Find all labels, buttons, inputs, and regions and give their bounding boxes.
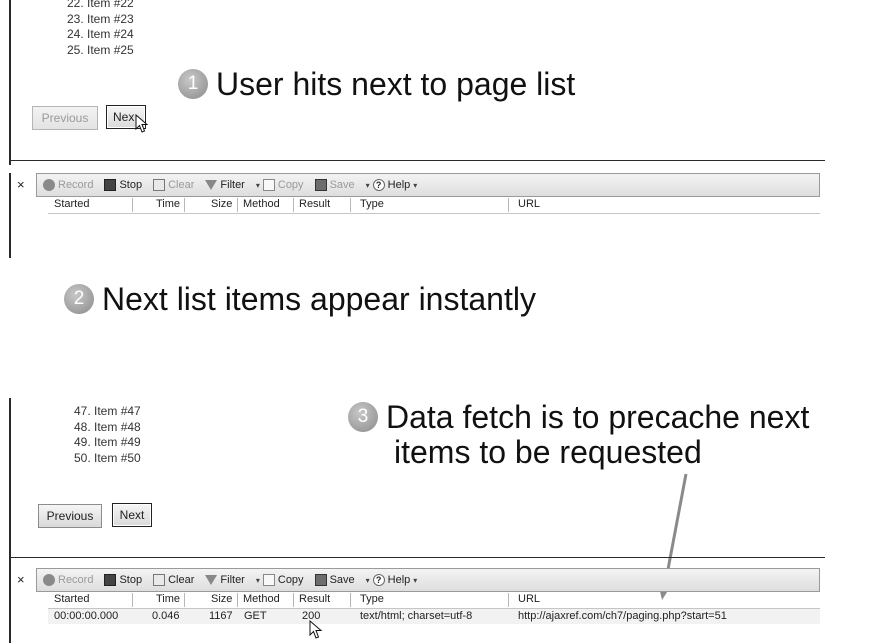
- column-result[interactable]: Result: [299, 198, 330, 210]
- panel-divider: [9, 557, 825, 558]
- column-time[interactable]: Time: [156, 593, 180, 605]
- list-item: 24. Item #24: [67, 27, 134, 41]
- network-toolbar: Record Stop Clear Filter ▾ Copy Save ▾? He…: [36, 173, 820, 197]
- list-item: 22. Item #22: [67, 0, 134, 10]
- page-left-border: [9, 0, 11, 165]
- record-button[interactable]: Record: [43, 179, 93, 191]
- copy-icon: [262, 179, 275, 191]
- copy-icon: [262, 574, 275, 586]
- stop-button[interactable]: Stop: [104, 179, 142, 191]
- save-button[interactable]: Save: [314, 179, 355, 191]
- help-icon: ?: [372, 574, 385, 586]
- column-started[interactable]: Started: [54, 198, 89, 210]
- network-toolbar: Record Stop Clear Filter ▾ Copy Save ▾? He…: [36, 568, 820, 592]
- list-item: 48. Item #48: [74, 419, 141, 434]
- copy-button[interactable]: ▾ Copy: [256, 574, 304, 586]
- close-icon[interactable]: ×: [17, 177, 25, 192]
- column-url[interactable]: URL: [518, 198, 540, 210]
- list-item: 25. Item #25: [67, 42, 134, 57]
- cell-time: 0.046: [152, 610, 180, 622]
- mouse-pointer-icon: [309, 620, 323, 639]
- panel-left-border: [9, 173, 11, 258]
- record-icon: [43, 574, 55, 586]
- column-header: Started Time Size Method Result Type URL: [48, 197, 820, 214]
- table-row[interactable]: 00:00:00.000 0.046 1167 GET 200 text/htm…: [48, 609, 820, 624]
- filter-icon: [205, 575, 218, 585]
- column-type[interactable]: Type: [360, 593, 384, 605]
- help-button[interactable]: ▾? Help ▾: [365, 574, 418, 586]
- column-size[interactable]: Size: [211, 593, 232, 605]
- column-result[interactable]: Result: [299, 593, 330, 605]
- network-panel-bottom: × Record Stop Clear Filter ▾ Copy Save ▾?…: [10, 568, 820, 643]
- panel-left-border: [9, 568, 11, 643]
- callout-text: User hits next to page list: [216, 66, 576, 102]
- stop-icon: [104, 574, 117, 586]
- callout-text: Data fetch is to precache next: [386, 399, 810, 435]
- chevron-down-icon: ▾: [365, 180, 370, 190]
- callout-text: Next list items appear instantly: [102, 281, 536, 317]
- column-size[interactable]: Size: [211, 198, 232, 210]
- cell-started: 00:00:00.000: [54, 610, 119, 622]
- save-icon: [314, 179, 327, 191]
- stop-icon: [104, 179, 117, 191]
- filter-icon: [205, 180, 218, 190]
- list-item: 49. Item #49: [74, 435, 141, 449]
- callout-3: 3 Data fetch is to precache next items to…: [348, 400, 809, 469]
- step-badge: 2: [64, 283, 94, 314]
- next-button[interactable]: Next: [112, 503, 152, 527]
- previous-button[interactable]: Previous: [32, 106, 98, 130]
- clear-button[interactable]: Clear: [153, 574, 194, 586]
- cell-method: GET: [244, 610, 267, 622]
- close-icon[interactable]: ×: [17, 572, 25, 587]
- clear-icon: [153, 574, 166, 586]
- column-type[interactable]: Type: [360, 198, 384, 210]
- chevron-down-icon: ▾: [255, 180, 260, 190]
- record-icon: [43, 179, 55, 191]
- step-badge: 3: [348, 401, 378, 432]
- save-button[interactable]: Save: [314, 574, 355, 586]
- chevron-down-icon: ▾: [413, 575, 418, 585]
- previous-button[interactable]: Previous: [38, 504, 102, 528]
- chevron-down-icon: ▾: [413, 180, 418, 190]
- stop-button[interactable]: Stop: [104, 574, 142, 586]
- callout-line-2: items to be requested: [394, 433, 702, 470]
- filter-button[interactable]: Filter: [205, 574, 245, 586]
- chevron-down-icon: ▾: [255, 575, 260, 585]
- help-icon: ?: [372, 179, 385, 191]
- save-icon: [314, 574, 327, 586]
- list-item: 47. Item #47: [74, 404, 141, 418]
- column-method[interactable]: Method: [243, 593, 280, 605]
- help-button[interactable]: ▾? Help ▾: [365, 179, 418, 191]
- clear-button[interactable]: Clear: [153, 179, 194, 191]
- item-list-top: 22. Item #22 23. Item #23 24. Item #24 2…: [67, 0, 134, 58]
- column-started[interactable]: Started: [54, 593, 89, 605]
- callout-2: 2 Next list items appear instantly: [64, 281, 536, 317]
- filter-button[interactable]: Filter: [205, 179, 245, 191]
- step-badge: 1: [178, 68, 208, 99]
- panel-divider: [9, 160, 825, 161]
- copy-button[interactable]: ▾ Copy: [256, 179, 304, 191]
- column-header: Started Time Size Method Result Type URL: [48, 592, 820, 609]
- column-time[interactable]: Time: [156, 198, 180, 210]
- chevron-down-icon: ▾: [365, 575, 370, 585]
- list-item: 50. Item #50: [74, 450, 141, 465]
- network-panel-top: × Record Stop Clear Filter ▾ Copy Save ▾?…: [10, 173, 820, 258]
- cell-size: 1167: [209, 610, 233, 622]
- column-url[interactable]: URL: [518, 593, 540, 605]
- cell-url: http://ajaxref.com/ch7/paging.php?start=…: [518, 610, 727, 622]
- item-list-bottom: 47. Item #47 48. Item #48 49. Item #49 5…: [74, 404, 141, 466]
- mouse-pointer-icon: [135, 114, 149, 133]
- callout-line-1: 3 Data fetch is to precache next: [348, 400, 809, 435]
- clear-icon: [153, 179, 166, 191]
- record-button[interactable]: Record: [43, 574, 93, 586]
- cell-type: text/html; charset=utf-8: [360, 610, 473, 622]
- callout-1: 1 User hits next to page list: [178, 66, 575, 102]
- column-method[interactable]: Method: [243, 198, 280, 210]
- list-item: 23. Item #23: [67, 11, 134, 26]
